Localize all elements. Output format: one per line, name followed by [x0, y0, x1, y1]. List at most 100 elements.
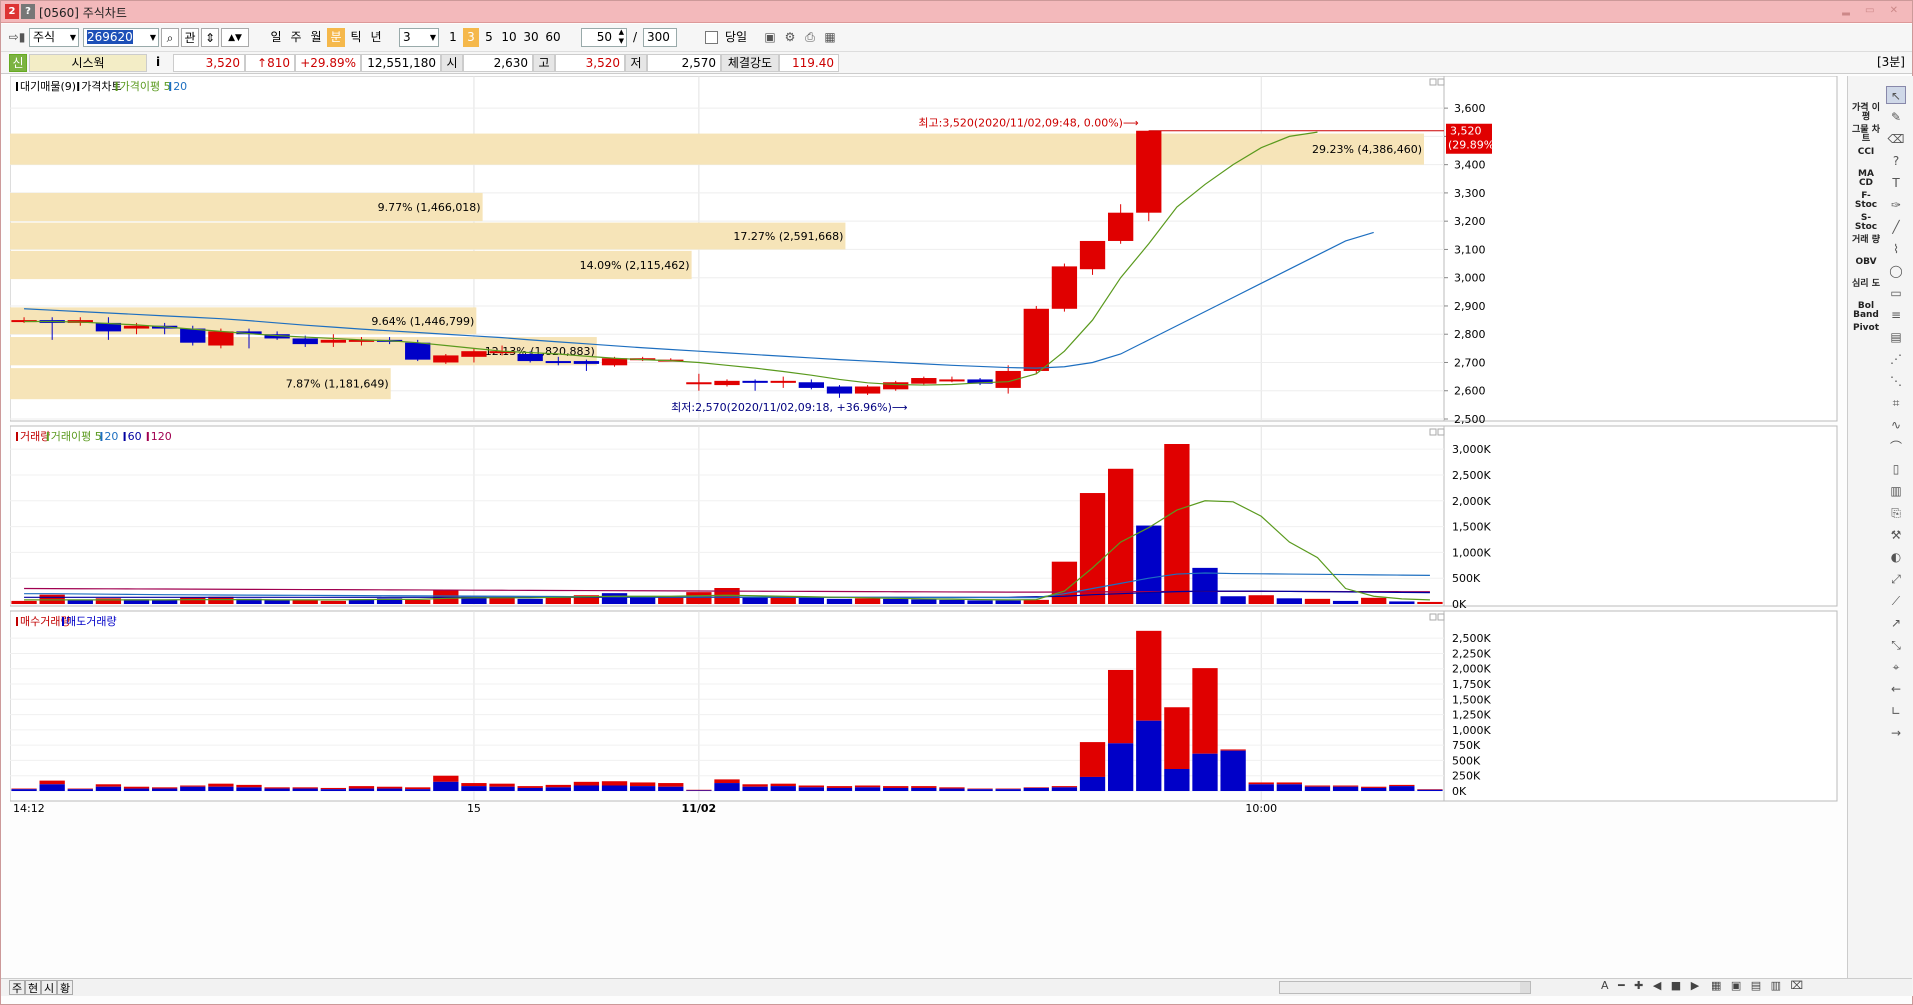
sell-bar-33 — [939, 788, 965, 791]
period-4[interactable]: 틱 — [347, 28, 365, 47]
today-checkbox[interactable] — [705, 31, 718, 44]
draw-tool-25-icon[interactable]: ⤡ — [1886, 636, 1906, 654]
indicator-10[interactable]: Pivot — [1852, 324, 1880, 333]
minute-10[interactable]: 10 — [499, 28, 519, 47]
minute-5[interactable]: 5 — [481, 28, 497, 47]
print-icon[interactable]: ⎙ — [801, 28, 819, 47]
indicator-3[interactable]: MA CD — [1852, 170, 1880, 188]
buysell-tick-label-1: 2,250K — [1452, 647, 1491, 660]
draw-tool-16-icon[interactable]: ⌒ — [1886, 438, 1906, 456]
interval-select[interactable]: 3 ▼ — [399, 28, 439, 47]
period-5[interactable]: 년 — [367, 28, 385, 47]
draw-tool-19-icon[interactable]: ⎘ — [1886, 504, 1906, 522]
settings-icon[interactable]: ⚙ — [781, 28, 799, 47]
search-icon[interactable]: ⌕ — [161, 28, 179, 47]
draw-tool-6-icon[interactable]: ╱ — [1886, 218, 1906, 236]
high-label: 고 — [533, 54, 555, 72]
chart-area[interactable]: 3,6003,5003,4003,3003,2003,1003,0002,900… — [9, 75, 1847, 976]
volume-bar-45 — [1276, 598, 1303, 604]
scroll-thumb[interactable] — [1280, 982, 1520, 993]
period-2[interactable]: 월 — [307, 28, 325, 47]
minute-1[interactable]: 1 — [445, 28, 461, 47]
volume-tick-label-4: 1,000K — [1452, 546, 1491, 559]
draw-tool-7-icon[interactable]: ⌇ — [1886, 240, 1906, 258]
draw-tool-26-icon[interactable]: ⌖ — [1886, 658, 1906, 676]
sell-bar-50 — [1417, 789, 1443, 791]
draw-tool-13-icon[interactable]: ⋱ — [1886, 372, 1906, 390]
indicator-4[interactable]: F- Stoc — [1852, 192, 1880, 210]
window-number-icon[interactable]: 2 — [5, 4, 19, 19]
display-count-input[interactable]: 50 ▲ ▼ — [581, 28, 627, 47]
stack-icon[interactable]: ⇕ — [201, 28, 219, 47]
draw-tool-24-icon[interactable]: ↗ — [1886, 614, 1906, 632]
code-input[interactable]: 269620 ▼ — [83, 28, 159, 47]
buy-bar-2 — [67, 788, 93, 790]
buy-bar-19 — [545, 784, 571, 788]
draw-tool-15-icon[interactable]: ∿ — [1886, 416, 1906, 434]
indicator-1[interactable]: 그물 차트 — [1852, 126, 1880, 144]
draw-tool-18-icon[interactable]: ▥ — [1886, 482, 1906, 500]
draw-tool-3-icon[interactable]: ? — [1886, 152, 1906, 170]
draw-tool-2-icon[interactable]: ⌫ — [1886, 130, 1906, 148]
volume-bar-24 — [686, 592, 712, 604]
save-icon[interactable]: ▣ — [761, 28, 779, 47]
draw-tool-4-icon[interactable]: T — [1886, 174, 1906, 192]
draw-tool-14-icon[interactable]: ⌗ — [1886, 394, 1906, 412]
bottom-tab-1[interactable]: 현 — [25, 980, 42, 995]
minute-30[interactable]: 30 — [521, 28, 541, 47]
period-0[interactable]: 일 — [267, 28, 285, 47]
draw-tool-29-icon[interactable]: → — [1886, 724, 1906, 742]
indicator-7[interactable]: OBV — [1852, 258, 1880, 267]
draw-tool-8-icon[interactable]: ◯ — [1886, 262, 1906, 280]
info-icon[interactable]: i — [151, 54, 165, 72]
draw-tool-12-icon[interactable]: ⋰ — [1886, 350, 1906, 368]
draw-tool-23-icon[interactable]: ⟋ — [1886, 592, 1906, 610]
kwan-button[interactable]: 관 — [181, 28, 199, 47]
draw-tool-28-icon[interactable]: ∟ — [1886, 702, 1906, 720]
minute-3[interactable]: 3 — [463, 28, 479, 47]
indicator-5[interactable]: S- Stoc — [1852, 214, 1880, 232]
volume-profile-label-0: 29.23% (4,386,460) — [1312, 143, 1422, 156]
bottom-tab-3[interactable]: 황 — [57, 980, 74, 995]
indicator-8[interactable]: 심리 도 — [1852, 280, 1880, 289]
volume-bar-32 — [911, 599, 937, 604]
updown-spinner[interactable]: ▲▼ — [221, 28, 249, 47]
draw-tool-1-icon[interactable]: ✎ — [1886, 108, 1906, 126]
volume-bar-6 — [180, 597, 206, 604]
export-controls[interactable]: ▦ ▣ ▤ ▥ ⌧ — [1711, 979, 1806, 992]
period-1[interactable]: 주 — [287, 28, 305, 47]
bottom-tab-0[interactable]: 주 — [9, 980, 26, 995]
market-select[interactable]: 주식 ▼ — [29, 28, 79, 47]
buysell-tick-label-4: 1,500K — [1452, 693, 1491, 706]
draw-tool-10-icon[interactable]: ≡ — [1886, 306, 1906, 324]
indicator-2[interactable]: CCI — [1852, 148, 1880, 157]
period-3[interactable]: 분 — [327, 28, 345, 47]
draw-tool-17-icon[interactable]: ▯ — [1886, 460, 1906, 478]
link-arrow-icon[interactable]: ⇨▮ — [7, 28, 27, 47]
zoom-controls[interactable]: A ━ ✚ ◀ ■ ▶ — [1601, 979, 1702, 992]
help-icon[interactable]: ? — [21, 4, 35, 19]
bottom-tab-2[interactable]: 시 — [41, 980, 58, 995]
draw-tool-22-icon[interactable]: ⤢ — [1886, 570, 1906, 588]
chart-svg[interactable]: 3,6003,5003,4003,3003,2003,1003,0002,900… — [9, 75, 1847, 976]
volume-tick-label-3: 1,500K — [1452, 521, 1491, 534]
draw-tool-9-icon[interactable]: ▭ — [1886, 284, 1906, 302]
indicator-9[interactable]: Bol Band — [1852, 302, 1880, 320]
horizontal-scrollbar[interactable] — [1279, 981, 1531, 994]
buy-bar-16 — [461, 783, 487, 787]
indicator-6[interactable]: 거래 량 — [1852, 236, 1880, 245]
sell-bar-35 — [995, 789, 1021, 791]
indicator-0[interactable]: 가격 이평 — [1852, 104, 1880, 122]
sell-bar-27 — [770, 786, 796, 791]
draw-tool-27-icon[interactable]: ← — [1886, 680, 1906, 698]
total-count-input[interactable]: 300 — [643, 28, 677, 47]
grid-icon[interactable]: ▦ — [821, 28, 839, 47]
draw-tool-0-icon[interactable]: ↖ — [1886, 86, 1906, 104]
draw-tool-11-icon[interactable]: ▤ — [1886, 328, 1906, 346]
draw-tool-20-icon[interactable]: ⚒ — [1886, 526, 1906, 544]
minute-60[interactable]: 60 — [543, 28, 563, 47]
price-tick-label-8: 2,800 — [1454, 328, 1486, 341]
draw-tool-5-icon[interactable]: ✑ — [1886, 196, 1906, 214]
draw-tool-21-icon[interactable]: ◐ — [1886, 548, 1906, 566]
window-controls[interactable]: ▂ ▭ ✕ — [1842, 5, 1904, 16]
